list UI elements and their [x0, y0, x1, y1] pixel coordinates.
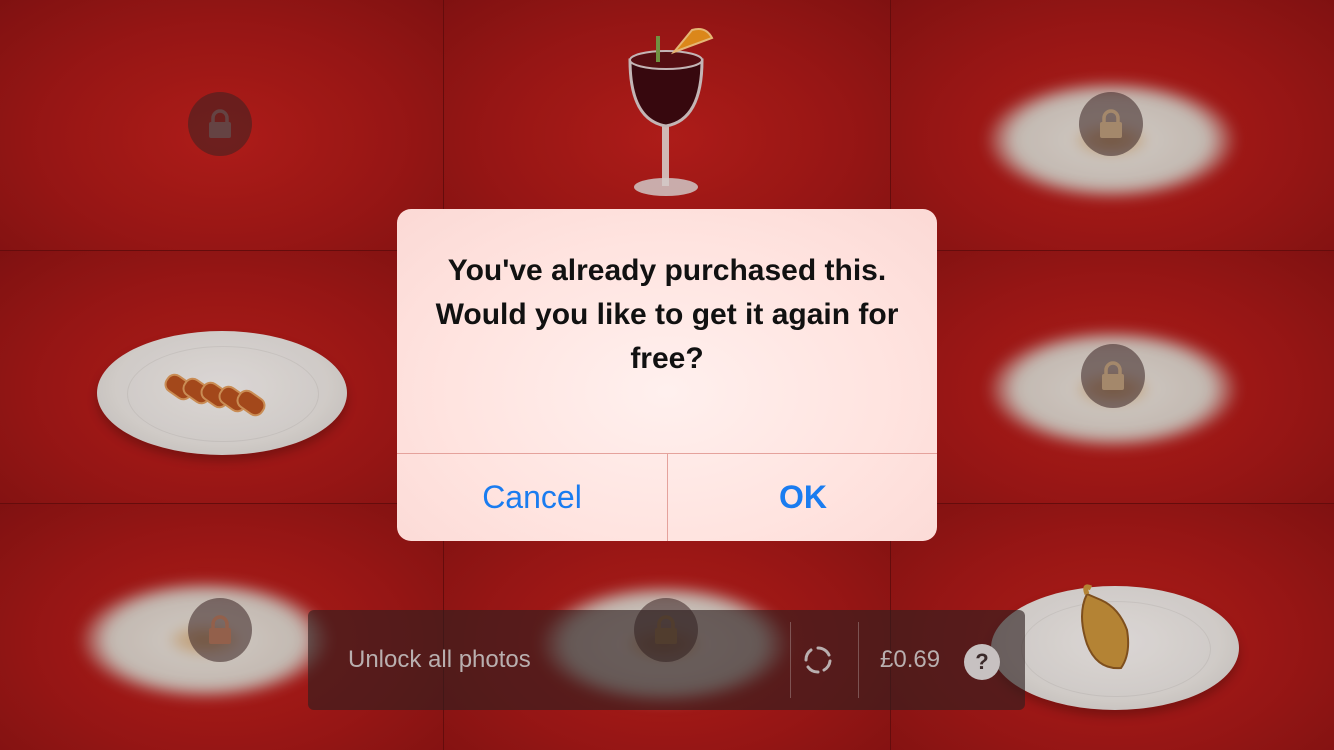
app-screen: Unlock all photos £0.69 ? You've already…	[0, 0, 1334, 750]
purchase-alert-dialog: You've already purchased this. Would you…	[397, 209, 937, 541]
unlock-all-photos-label[interactable]: Unlock all photos	[348, 610, 531, 710]
price-label[interactable]: £0.69	[880, 610, 940, 710]
ok-button[interactable]: OK	[668, 454, 937, 541]
divider	[858, 622, 859, 698]
unlock-purchase-bar[interactable]: Unlock all photos £0.69 ?	[308, 610, 1025, 710]
alert-message: You've already purchased this. Would you…	[435, 254, 899, 375]
cancel-button[interactable]: Cancel	[397, 454, 667, 541]
divider	[790, 622, 791, 698]
loading-spinner-icon	[804, 646, 832, 674]
question-mark-icon[interactable]: ?	[964, 644, 1000, 680]
